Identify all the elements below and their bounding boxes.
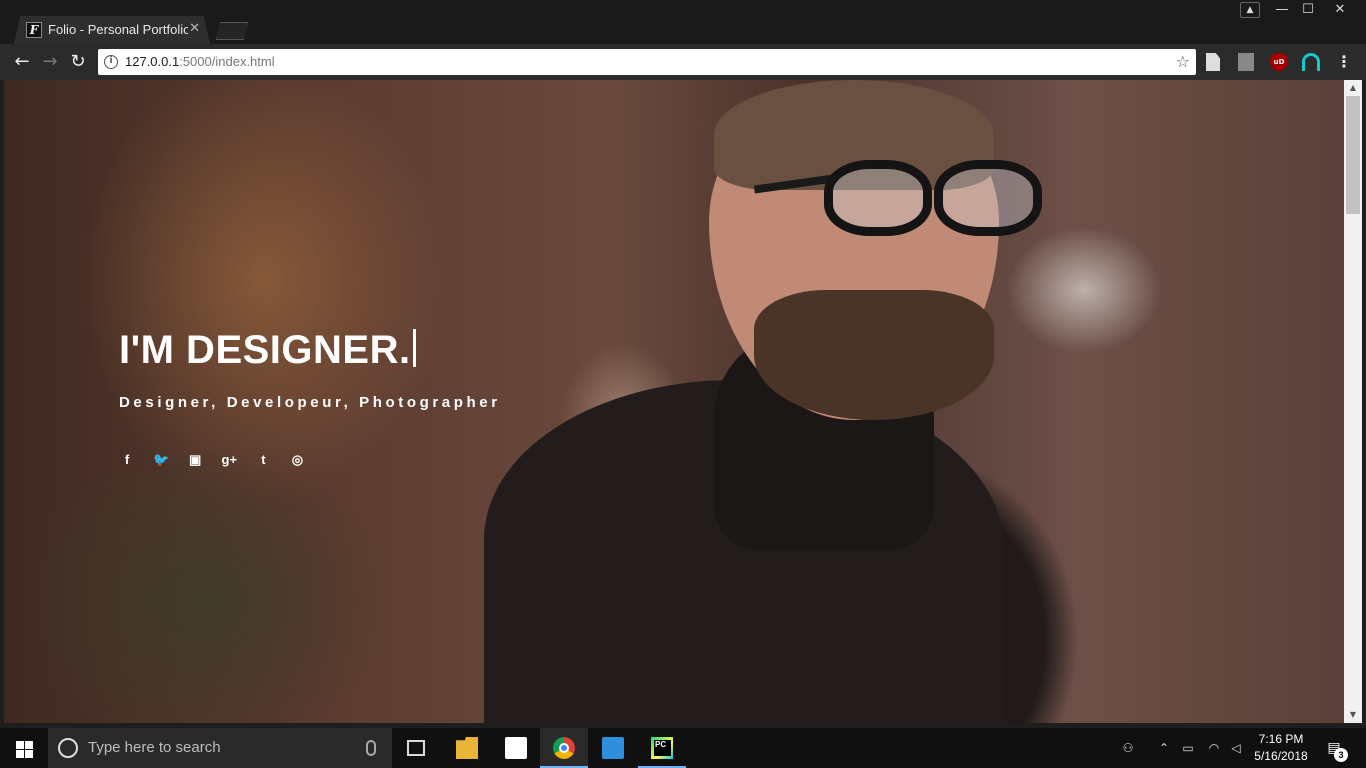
task-view-button[interactable] xyxy=(392,728,440,768)
store-button[interactable] xyxy=(492,728,540,768)
windows-logo-pane xyxy=(25,750,33,758)
reload-button[interactable]: ↻ xyxy=(66,50,90,74)
back-button[interactable]: ← xyxy=(10,50,34,74)
show-hidden-icons-chevron-icon[interactable]: ⌃ xyxy=(1156,740,1172,756)
photo-figure-glasses xyxy=(753,160,1042,240)
facebook-icon[interactable]: f xyxy=(119,452,135,468)
microphone-icon[interactable] xyxy=(366,740,376,756)
browser-menu-icon[interactable]: ⋮ xyxy=(1334,52,1354,72)
file-explorer-button[interactable] xyxy=(443,728,491,768)
taskbar-search-box[interactable]: Type here to search xyxy=(48,728,392,768)
windows-logo-icon xyxy=(16,741,24,749)
media-player-icon xyxy=(602,737,624,759)
taskbar-clock[interactable]: 7:16 PM 5/16/2018 xyxy=(1248,731,1314,765)
instagram-icon[interactable]: ▣ xyxy=(187,452,203,468)
social-links: f 🐦 ▣ g+ t ◎ xyxy=(119,449,719,469)
photo-figure-beard xyxy=(754,290,994,420)
tab-title: Folio - Personal Portfolio xyxy=(48,22,188,37)
browser-tab[interactable]: F Folio - Personal Portfolio ✕ xyxy=(14,16,210,44)
tab-favicon-icon: F xyxy=(26,22,42,38)
url-text[interactable]: 127.0.0.1:5000/index.html xyxy=(125,54,275,70)
pdf-icon[interactable] xyxy=(1238,53,1254,71)
glasses-lens-left xyxy=(824,160,932,236)
scroll-down-arrow-icon[interactable]: ▼ xyxy=(1344,707,1362,723)
bookmark-star-icon[interactable]: ☆ xyxy=(1176,52,1190,72)
glasses-temple xyxy=(753,174,835,194)
clock-date: 5/16/2018 xyxy=(1254,749,1308,763)
page-scrollbar[interactable]: ▲ ▼ xyxy=(1344,80,1362,723)
url-path: :5000/index.html xyxy=(179,54,275,69)
windows-logo-pane xyxy=(16,750,24,758)
forward-button[interactable]: → xyxy=(38,50,62,74)
typing-cursor xyxy=(412,329,416,367)
notification-count-badge: 3 xyxy=(1334,748,1348,762)
url-host: 127.0.0.1 xyxy=(125,54,180,69)
task-view-icon xyxy=(407,740,425,756)
chrome-icon xyxy=(553,737,575,759)
browser-toolbar: ← → ↻ i 127.0.0.1:5000/index.html ☆ uD ⋮ xyxy=(0,44,1366,80)
store-bag-icon xyxy=(505,737,527,759)
volume-icon[interactable]: ◁ xyxy=(1228,740,1244,756)
pycharm-icon xyxy=(651,737,673,759)
dribbble-icon[interactable]: ◎ xyxy=(289,452,305,468)
scroll-up-arrow-icon[interactable]: ▲ xyxy=(1344,80,1362,96)
cortana-icon xyxy=(58,738,78,758)
battery-icon[interactable]: ▭ xyxy=(1180,740,1196,756)
pycharm-taskbar-button[interactable] xyxy=(638,728,686,768)
page-viewport: I'M DESIGNER. Designer, Developeur, Phot… xyxy=(4,80,1344,723)
hero-title-text: I'M DESIGNER. xyxy=(119,328,411,372)
start-button[interactable] xyxy=(0,728,48,768)
address-bar[interactable]: i 127.0.0.1:5000/index.html ☆ xyxy=(98,49,1196,75)
maximize-button[interactable]: ☐ xyxy=(1296,0,1320,20)
google-plus-icon[interactable]: g+ xyxy=(221,452,238,468)
arc-icon[interactable] xyxy=(1302,53,1320,71)
media-player-button[interactable] xyxy=(589,728,637,768)
site-info-icon[interactable]: i xyxy=(104,55,118,69)
clock-time: 7:16 PM xyxy=(1258,732,1304,746)
folder-icon xyxy=(456,737,478,759)
hero-title: I'M DESIGNER. xyxy=(119,325,719,375)
glasses-lens-right xyxy=(934,160,1042,236)
document-icon[interactable] xyxy=(1206,53,1220,71)
search-placeholder: Type here to search xyxy=(88,739,221,756)
scrollbar-thumb[interactable] xyxy=(1346,96,1360,214)
browser-titlebar: F Folio - Personal Portfolio ✕ ▲ — ☐ ✕ xyxy=(0,0,1366,44)
ublock-icon[interactable]: uD xyxy=(1270,53,1288,71)
tab-close-icon[interactable]: ✕ xyxy=(189,21,200,37)
close-window-button[interactable]: ✕ xyxy=(1326,0,1354,20)
hero-subtitle: Designer, Developeur, Photographer xyxy=(119,394,501,411)
minimize-button[interactable]: — xyxy=(1270,0,1294,20)
people-icon[interactable]: ⚇ xyxy=(1120,740,1136,756)
tumblr-icon[interactable]: t xyxy=(255,452,271,468)
twitter-icon[interactable]: 🐦 xyxy=(153,452,169,468)
new-tab-button[interactable] xyxy=(216,22,248,40)
wifi-icon[interactable]: ◠ xyxy=(1206,740,1222,756)
hero-section: I'M DESIGNER. Designer, Developeur, Phot… xyxy=(119,325,719,469)
profile-icon[interactable]: ▲ xyxy=(1240,2,1260,18)
chrome-taskbar-button[interactable] xyxy=(540,728,588,768)
windows-logo-pane xyxy=(25,741,33,749)
windows-taskbar: Type here to search ⚇ ⌃ ▭ ◠ ◁ 7:16 PM 5/… xyxy=(0,728,1366,768)
